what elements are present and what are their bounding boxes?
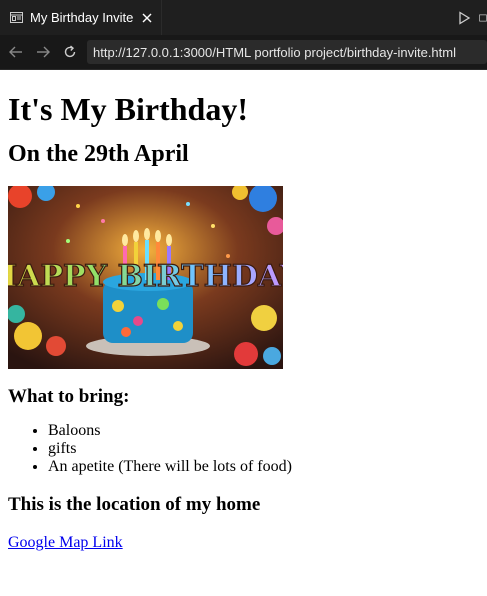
reload-icon[interactable] [59,41,81,63]
google-map-link[interactable]: Google Map Link [8,534,123,551]
page-content: It's My Birthday! On the 29th April APPY… [0,91,487,552]
tab-title: My Birthday Invite [30,10,134,25]
back-icon[interactable] [5,41,27,63]
preview-icon [10,11,23,24]
list-item: gifts [48,440,479,458]
browser-tab[interactable]: My Birthday Invite [0,0,162,35]
forward-icon[interactable] [32,41,54,63]
split-editor-icon[interactable] [479,11,487,25]
list-item: Baloons [48,422,479,440]
bring-heading: What to bring: [8,386,130,407]
browser-nav-bar: http://127.0.0.1:3000/HTML portfolio pro… [0,35,487,70]
list-item: An apetite (There will be lots of food) [48,458,479,476]
page-title: It's My Birthday! [8,91,248,127]
run-icon[interactable] [457,10,471,25]
birthday-banner-image: HAPPY BIRTHDAY [8,186,283,369]
banner-text: HAPPY BIRTHDAY [8,259,283,294]
date-heading: On the 29th April [8,141,189,167]
bring-list: Baloons gifts An apetite (There will be … [8,422,479,476]
location-heading: This is the location of my home [8,494,261,515]
tab-actions [457,0,487,35]
close-tab-icon[interactable] [139,10,155,26]
browser-tab-bar: My Birthday Invite [0,0,487,35]
url-input[interactable]: http://127.0.0.1:3000/HTML portfolio pro… [87,40,487,64]
